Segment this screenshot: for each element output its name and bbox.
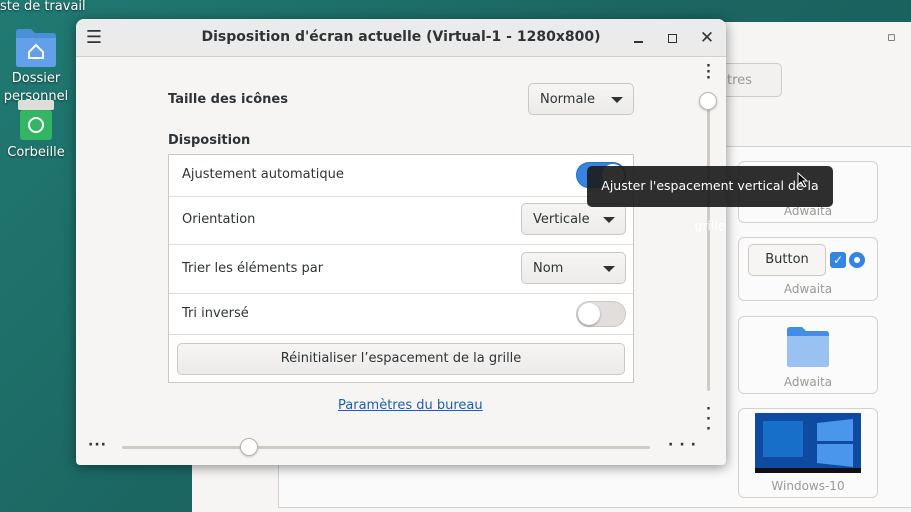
checkbox-icon: ✓ [830, 252, 846, 268]
reset-grid-spacing-button[interactable]: Réinitialiser l’espacement de la grille [177, 343, 625, 375]
orientation-combo[interactable]: Verticale [521, 203, 626, 235]
theme-card-2-label: Adwaita [783, 282, 833, 296]
home-folder-icon [16, 29, 56, 67]
horizontal-spacing-slider-handle[interactable] [239, 438, 258, 456]
layout-list: Ajustement automatique Orientation Verti… [168, 154, 634, 383]
reverse-sort-switch[interactable] [576, 301, 626, 327]
home-folder-label-1: Dossier [11, 71, 61, 86]
maximize-icon [668, 34, 677, 43]
theme-card-2[interactable]: Button ✓ Adwaita [738, 237, 878, 301]
trash-icon [18, 100, 54, 140]
trash-shortcut[interactable]: Corbeille [0, 98, 76, 162]
icon-size-label: Taille des icônes [168, 92, 288, 107]
switch-knob [578, 303, 600, 325]
desktop-settings-link[interactable]: Paramètres du bureau [338, 398, 483, 413]
reverse-sort-row: Tri inversé [169, 294, 633, 335]
horizontal-spacing-large-icon: ··· [668, 437, 702, 453]
reverse-sort-label: Tri inversé [182, 306, 249, 321]
minimize-button[interactable] [628, 27, 650, 49]
sort-combo[interactable]: Nom [521, 252, 626, 284]
sample-button: Button [748, 244, 826, 276]
sort-value: Nom [533, 261, 564, 276]
theme-card-3-label: Adwaita [783, 375, 833, 389]
more-options-vertical-icon[interactable]: · · · [706, 60, 712, 85]
desktop-top-label: oste de travail [0, 0, 86, 14]
folder-icon [787, 327, 829, 367]
desktop-layout-dialog: ☰ Disposition d'écran actuelle (Virtual-… [76, 19, 726, 465]
windows-10-preview-icon [755, 413, 861, 473]
orientation-label: Orientation [182, 212, 256, 227]
home-folder-shortcut[interactable]: Dossier personnel [0, 24, 76, 106]
layout-heading: Disposition [168, 133, 251, 148]
restore-icon[interactable]: ▫ [887, 30, 896, 45]
vertical-spacing-slider[interactable] [707, 101, 710, 391]
auto-adjust-label: Ajustement automatique [182, 167, 344, 182]
auto-adjust-row: Ajustement automatique [169, 155, 633, 197]
icon-size-combo[interactable]: Normale [528, 83, 634, 115]
trash-label: Corbeille [7, 145, 65, 160]
maximize-button[interactable] [662, 27, 684, 49]
orientation-row: Orientation Verticale [169, 196, 633, 245]
orientation-value: Verticale [533, 212, 590, 227]
sort-label: Trier les éléments par [182, 261, 324, 276]
vertical-spacing-dots-icon: · · · [706, 402, 712, 437]
chevron-down-icon [611, 97, 623, 103]
theme-card-4-label: Windows-10 [771, 479, 845, 493]
mouse-cursor-icon [797, 172, 809, 188]
theme-card-3[interactable]: Adwaita [738, 316, 878, 394]
chevron-down-icon [603, 266, 615, 272]
minimize-icon [634, 41, 643, 43]
chevron-down-icon [603, 217, 615, 223]
close-icon: ✕ [699, 28, 715, 48]
sort-row: Trier les éléments par Nom [169, 245, 633, 294]
theme-card-4[interactable]: Windows-10 [738, 408, 878, 498]
horizontal-spacing-small-icon: ··· [88, 437, 107, 453]
icon-size-value: Normale [540, 92, 596, 107]
radio-icon [849, 252, 865, 268]
dialog-titlebar[interactable]: ☰ Disposition d'écran actuelle (Virtual-… [76, 19, 726, 57]
close-button[interactable]: ✕ [696, 27, 718, 49]
horizontal-spacing-slider[interactable] [122, 446, 650, 449]
vertical-spacing-slider-handle[interactable] [699, 92, 717, 110]
